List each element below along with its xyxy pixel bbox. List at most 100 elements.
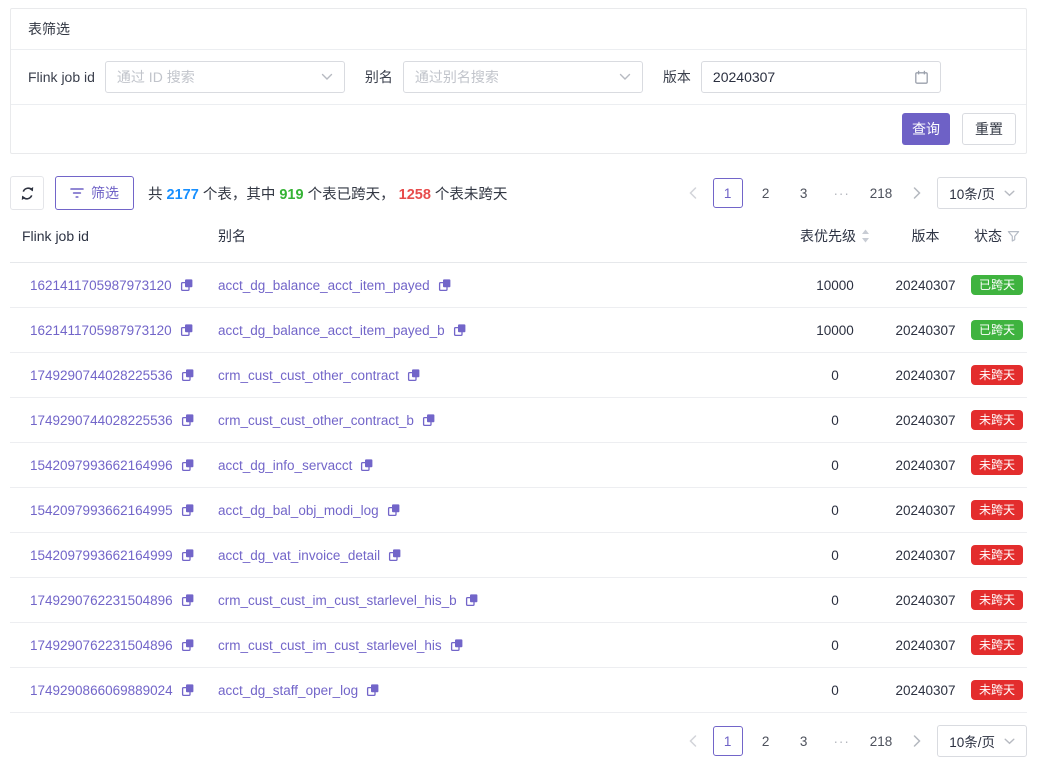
copy-icon[interactable] [180, 278, 194, 292]
copy-icon[interactable] [360, 458, 374, 472]
table-body: 1621411705987973120 acct_dg_balance_acct… [10, 263, 1027, 713]
table-row: 1749290866069889024 acct_dg_staff_oper_l… [10, 668, 1027, 713]
copy-icon[interactable] [387, 503, 401, 517]
alias-link[interactable]: acct_dg_bal_obj_modi_log [218, 503, 379, 518]
copy-icon[interactable] [181, 368, 195, 382]
pager-page-2[interactable]: 2 [751, 726, 781, 756]
version-cell: 20240307 [884, 548, 967, 563]
alias-label: 别名 [365, 67, 393, 87]
alias-link[interactable]: acct_dg_balance_acct_item_payed_b [218, 323, 445, 338]
pager-page-3[interactable]: 3 [789, 726, 819, 756]
chevron-left-icon [689, 187, 697, 199]
pager-page-1[interactable]: 1 [713, 726, 743, 756]
table-row: 1621411705987973120 acct_dg_balance_acct… [10, 263, 1027, 308]
flink-job-id-select[interactable]: 通过 ID 搜索 [105, 61, 345, 93]
header-flink-job-id: Flink job id [10, 228, 218, 244]
version-cell: 20240307 [884, 323, 967, 338]
pager-page-218[interactable]: 218 [865, 726, 898, 756]
priority-cell: 10000 [786, 278, 884, 293]
pager-prev[interactable] [681, 178, 705, 208]
filter-funnel-icon[interactable] [1007, 230, 1020, 243]
pager-prev[interactable] [681, 726, 705, 756]
page-size-select[interactable]: 10条/页 [937, 725, 1027, 757]
flink-job-id-link[interactable]: 1621411705987973120 [30, 323, 172, 338]
pager-page-218[interactable]: 218 [865, 178, 898, 208]
priority-cell: 0 [786, 503, 884, 518]
alias-link[interactable]: acct_dg_vat_invoice_detail [218, 548, 380, 563]
filter-toggle-label: 筛选 [91, 183, 119, 203]
search-button[interactable]: 查询 [902, 113, 950, 145]
flink-job-id-link[interactable]: 1621411705987973120 [30, 278, 172, 293]
copy-icon[interactable] [388, 548, 402, 562]
header-status: 状态 [967, 226, 1027, 246]
sorter-icon[interactable] [861, 229, 870, 243]
page-size-select[interactable]: 10条/页 [937, 177, 1027, 209]
pager-page-2[interactable]: 2 [751, 178, 781, 208]
copy-icon[interactable] [366, 683, 380, 697]
copy-icon[interactable] [180, 323, 194, 337]
priority-cell: 10000 [786, 323, 884, 338]
alias-link[interactable]: acct_dg_staff_oper_log [218, 683, 358, 698]
header-version: 版本 [884, 226, 967, 246]
copy-icon[interactable] [181, 638, 195, 652]
filter-card-title: 表筛选 [11, 9, 1026, 50]
summary-text: 共 2177 个表，其中 919 个表已跨天， 1258 个表未跨天 [148, 183, 507, 204]
flink-job-id-link[interactable]: 1542097993662164999 [30, 548, 173, 563]
filter-toggle-button[interactable]: 筛选 [55, 176, 134, 210]
copy-icon[interactable] [181, 458, 195, 472]
table-row: 1621411705987973120 acct_dg_balance_acct… [10, 308, 1027, 353]
alias-link[interactable]: crm_cust_cust_other_contract [218, 368, 399, 383]
copy-icon[interactable] [450, 638, 464, 652]
header-priority[interactable]: 表优先级 [786, 226, 884, 246]
filter-row: Flink job id 通过 ID 搜索 别名 通过别名搜索 版本 20240… [11, 50, 1026, 105]
copy-icon[interactable] [422, 413, 436, 427]
copy-icon[interactable] [407, 368, 421, 382]
pager-page-1[interactable]: 1 [713, 178, 743, 208]
chevron-down-icon [619, 73, 631, 81]
flink-job-id-link[interactable]: 1749290866069889024 [30, 683, 173, 698]
flink-job-id-link[interactable]: 1749290762231504896 [30, 638, 173, 653]
alias-link[interactable]: acct_dg_balance_acct_item_payed [218, 278, 430, 293]
flink-job-id-link[interactable]: 1749290744028225536 [30, 413, 173, 428]
version-cell: 20240307 [884, 278, 967, 293]
flink-job-id-link[interactable]: 1749290744028225536 [30, 368, 173, 383]
copy-icon[interactable] [181, 593, 195, 607]
refresh-button[interactable] [10, 176, 44, 210]
alias-link[interactable]: crm_cust_cust_other_contract_b [218, 413, 414, 428]
alias-link[interactable]: crm_cust_cust_im_cust_starlevel_his [218, 638, 442, 653]
pager-ellipsis[interactable]: ··· [827, 726, 857, 756]
pager-page-3[interactable]: 3 [789, 178, 819, 208]
copy-icon[interactable] [438, 278, 452, 292]
alias-select[interactable]: 通过别名搜索 [403, 61, 643, 93]
pager-next[interactable] [905, 726, 929, 756]
flink-job-id-link[interactable]: 1542097993662164995 [30, 503, 173, 518]
flink-job-id-link[interactable]: 1542097993662164996 [30, 458, 173, 473]
pager-ellipsis[interactable]: ··· [827, 178, 857, 208]
status-badge: 未跨天 [971, 590, 1023, 610]
copy-icon[interactable] [453, 323, 467, 337]
copy-icon[interactable] [181, 503, 195, 517]
refresh-icon [20, 186, 35, 201]
table-row: 1542097993662164996 acct_dg_info_servacc… [10, 443, 1027, 488]
copy-icon[interactable] [465, 593, 479, 607]
alias-link[interactable]: acct_dg_info_servacct [218, 458, 352, 473]
table-row: 1542097993662164999 acct_dg_vat_invoice_… [10, 533, 1027, 578]
pager-next[interactable] [905, 178, 929, 208]
status-badge: 已跨天 [971, 320, 1023, 340]
copy-icon[interactable] [181, 548, 195, 562]
reset-button[interactable]: 重置 [962, 113, 1016, 145]
priority-cell: 0 [786, 368, 884, 383]
priority-cell: 0 [786, 638, 884, 653]
copy-icon[interactable] [181, 683, 195, 697]
version-cell: 20240307 [884, 683, 967, 698]
copy-icon[interactable] [181, 413, 195, 427]
version-date-value: 20240307 [713, 69, 914, 85]
table-row: 1749290762231504896 crm_cust_cust_im_cus… [10, 578, 1027, 623]
chevron-right-icon [913, 187, 921, 199]
table-row: 1749290762231504896 crm_cust_cust_im_cus… [10, 623, 1027, 668]
alias-link[interactable]: crm_cust_cust_im_cust_starlevel_his_b [218, 593, 457, 608]
version-date-input[interactable]: 20240307 [701, 61, 941, 93]
priority-cell: 0 [786, 683, 884, 698]
flink-job-id-link[interactable]: 1749290762231504896 [30, 593, 173, 608]
priority-cell: 0 [786, 548, 884, 563]
